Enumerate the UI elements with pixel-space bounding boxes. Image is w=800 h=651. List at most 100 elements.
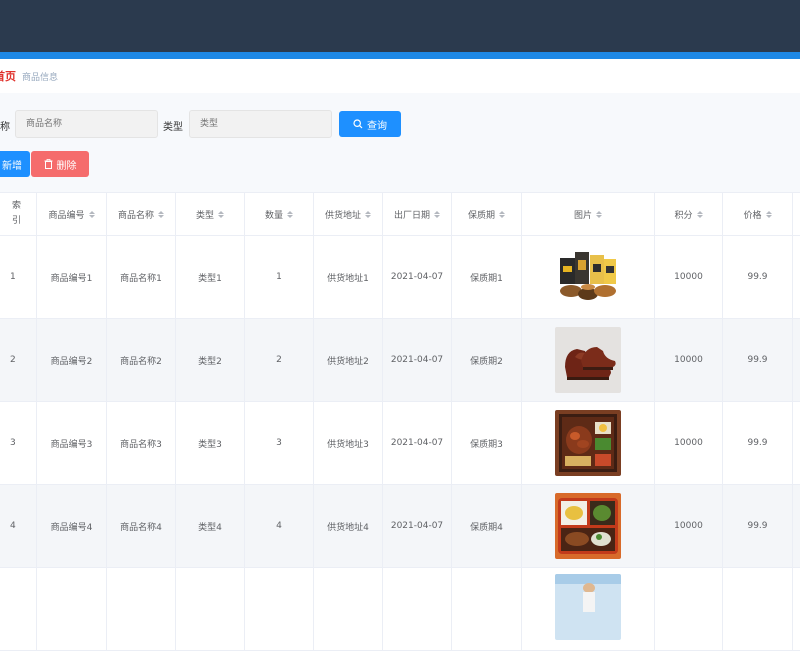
- delete-button-label: 删除: [56, 160, 77, 172]
- cell-code: 商品编号1: [37, 236, 107, 318]
- name-label: 称: [0, 122, 10, 133]
- cell-extra: [793, 319, 800, 401]
- cell-qty: 1: [245, 236, 314, 318]
- cell-addr: 供货地址2: [314, 319, 383, 401]
- cell-pic: [522, 236, 655, 318]
- product-name-input[interactable]: [15, 110, 158, 138]
- product-image-leather-shoes[interactable]: [555, 327, 621, 393]
- cell-addr: 供货地址3: [314, 402, 383, 484]
- table-header: 索 引 商品编号 商品名称 类型 数量 供货地址 出厂日期 保质期 图片 积分 …: [0, 192, 800, 236]
- cell-points: [655, 568, 723, 650]
- table-row[interactable]: 4 商品编号4 商品名称4 类型4 4 供货地址4 2021-04-07 保质期…: [0, 485, 800, 568]
- cell-code: 商品编号4: [37, 485, 107, 567]
- header-type[interactable]: 类型: [176, 193, 245, 235]
- cell-shelf: 保质期2: [452, 319, 522, 401]
- cell-price: 99.9: [723, 402, 793, 484]
- cell-index: 2: [0, 319, 37, 401]
- query-button[interactable]: 查询: [339, 111, 401, 137]
- cell-type: 类型3: [176, 402, 245, 484]
- header-shelf[interactable]: 保质期: [452, 193, 522, 235]
- cell-points: 10000: [655, 236, 723, 318]
- sort-icon[interactable]: [287, 210, 293, 218]
- header-index: 索 引: [0, 193, 37, 235]
- table-row[interactable]: 2 商品编号2 商品名称2 类型2 2 供货地址2 2021-04-07 保质期…: [0, 319, 800, 402]
- sort-icon[interactable]: [88, 210, 95, 218]
- search-form: 称 类型 查询: [0, 110, 800, 138]
- cell-qty: 4: [245, 485, 314, 567]
- sort-icon[interactable]: [365, 210, 371, 218]
- cell-code: 商品编号3: [37, 402, 107, 484]
- cell-type: 类型2: [176, 319, 245, 401]
- cell-pic: [522, 402, 655, 484]
- cell-name: 商品名称3: [107, 402, 176, 484]
- cell-type: [176, 568, 245, 650]
- cell-price: 99.9: [723, 319, 793, 401]
- cell-extra: [793, 236, 800, 318]
- sort-icon[interactable]: [696, 210, 703, 218]
- cell-pic: [522, 319, 655, 401]
- header-date[interactable]: 出厂日期: [383, 193, 452, 235]
- type-label: 类型: [163, 122, 183, 133]
- cell-addr: 供货地址1: [314, 236, 383, 318]
- cell-date: 2021-04-07: [383, 319, 452, 401]
- header-points[interactable]: 积分: [655, 193, 723, 235]
- add-button[interactable]: 新增: [0, 151, 30, 177]
- cell-name: [107, 568, 176, 650]
- header-addr[interactable]: 供货地址: [314, 193, 383, 235]
- cell-name: 商品名称2: [107, 319, 176, 401]
- cell-index: [0, 568, 37, 650]
- query-button-label: 查询: [367, 120, 387, 132]
- cell-type: 类型1: [176, 236, 245, 318]
- cell-extra: [793, 568, 800, 650]
- breadcrumb: 首页 商品信息: [0, 59, 800, 93]
- cell-shelf: 保质期4: [452, 485, 522, 567]
- cell-index: 4: [0, 485, 37, 567]
- cell-index: 1: [0, 236, 37, 318]
- cell-points: 10000: [655, 319, 723, 401]
- trash-icon: [44, 159, 52, 169]
- cell-type: 类型4: [176, 485, 245, 567]
- sort-icon[interactable]: [218, 210, 224, 218]
- cell-shelf: 保质期1: [452, 236, 522, 318]
- cell-date: 2021-04-07: [383, 236, 452, 318]
- product-image-snack-bags[interactable]: [555, 244, 621, 310]
- sort-icon[interactable]: [499, 210, 505, 218]
- table-row[interactable]: 1 商品编号1 商品名称1 类型1 1 供货地址1 2021-04-07 保质期…: [0, 236, 800, 319]
- cell-price: 99.9: [723, 236, 793, 318]
- sort-icon[interactable]: [596, 210, 602, 218]
- cell-qty: [245, 568, 314, 650]
- delete-button[interactable]: 删除: [31, 151, 89, 177]
- header-qty[interactable]: 数量: [245, 193, 314, 235]
- cell-extra: [793, 402, 800, 484]
- cell-date: 2021-04-07: [383, 485, 452, 567]
- cell-date: 2021-04-07: [383, 402, 452, 484]
- cell-pic: [522, 485, 655, 567]
- cell-shelf: [452, 568, 522, 650]
- cell-price: 99.9: [723, 485, 793, 567]
- product-image-bento-box[interactable]: [555, 410, 621, 476]
- breadcrumb-home[interactable]: 首页: [0, 68, 16, 84]
- cell-index: 3: [0, 402, 37, 484]
- type-input[interactable]: [189, 110, 332, 138]
- cell-shelf: 保质期3: [452, 402, 522, 484]
- sort-icon[interactable]: [765, 210, 772, 218]
- header-name[interactable]: 商品名称: [107, 193, 176, 235]
- header-pic[interactable]: 图片: [522, 193, 655, 235]
- cell-points: 10000: [655, 402, 723, 484]
- product-image-partial[interactable]: [555, 574, 621, 640]
- sort-icon[interactable]: [434, 210, 440, 218]
- cell-pic: [522, 568, 655, 650]
- header-extra: [793, 193, 800, 235]
- table-row[interactable]: 3 商品编号3 商品名称3 类型3 3 供货地址3 2021-04-07 保质期…: [0, 402, 800, 485]
- cell-name: 商品名称4: [107, 485, 176, 567]
- add-button-label: 新增: [2, 160, 22, 172]
- product-image-lunch-tray[interactable]: [555, 493, 621, 559]
- top-navbar: [0, 0, 800, 52]
- cell-extra: [793, 485, 800, 567]
- table-row[interactable]: [0, 568, 800, 651]
- header-code[interactable]: 商品编号: [37, 193, 107, 235]
- sort-icon[interactable]: [158, 210, 164, 218]
- header-price[interactable]: 价格: [723, 193, 793, 235]
- cell-date: [383, 568, 452, 650]
- cell-addr: 供货地址4: [314, 485, 383, 567]
